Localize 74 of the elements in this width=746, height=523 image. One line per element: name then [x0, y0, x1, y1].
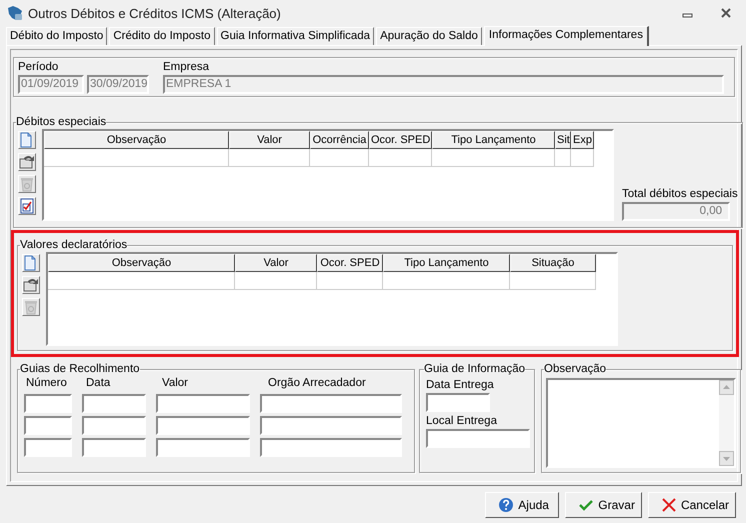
toolbar-button[interactable]	[18, 197, 36, 215]
column-header[interactable]: Valor	[235, 254, 317, 272]
close-icon[interactable]	[720, 8, 732, 18]
cross-icon	[660, 497, 677, 513]
text-area[interactable]	[546, 378, 736, 468]
column-header[interactable]: Ocorrência	[310, 131, 369, 149]
help-icon	[498, 497, 514, 513]
group-title: Valores declaratórios	[20, 239, 128, 252]
folder-icon	[19, 154, 35, 170]
total-field: 0,00	[622, 202, 730, 221]
field-label: Período	[18, 60, 60, 75]
field-label: Empresa	[163, 60, 210, 75]
column-header[interactable]: Sit	[555, 131, 571, 149]
group-title: Guias de Recolhimento	[20, 363, 140, 376]
total-label: Total débitos especiais	[622, 187, 738, 202]
input-field[interactable]	[426, 393, 490, 412]
input-field[interactable]	[156, 438, 250, 457]
input-field[interactable]	[24, 394, 72, 413]
input-field[interactable]	[82, 416, 146, 435]
input-field[interactable]	[24, 438, 72, 457]
bin-icon	[23, 299, 39, 315]
toolbar-button[interactable]	[18, 131, 36, 149]
folder-icon	[23, 277, 39, 293]
help-button[interactable]: Ajuda	[485, 492, 560, 518]
table-cell	[571, 149, 594, 167]
column-header[interactable]: Ocor. SPED	[369, 131, 432, 149]
tab[interactable]: Guia Informativa Simplificada	[216, 27, 374, 45]
field-label: Data Entrega	[426, 378, 495, 393]
input-field[interactable]	[426, 429, 530, 448]
column-header[interactable]: Observação	[44, 131, 229, 149]
save-button[interactable]: Gravar	[565, 492, 642, 518]
column-header[interactable]: Situação	[510, 254, 596, 272]
tab[interactable]: Informações Complementares	[484, 26, 649, 46]
window-title: Outros Débitos e Créditos ICMS (Alteração)	[28, 6, 281, 20]
table-cell	[310, 149, 369, 167]
table-cell	[555, 149, 571, 167]
toolbar-button[interactable]	[22, 276, 40, 294]
checklist-icon	[19, 198, 35, 214]
input-field[interactable]	[24, 416, 72, 435]
column-header[interactable]: Exp	[571, 131, 594, 149]
tab[interactable]: Crédito do Imposto	[109, 27, 215, 45]
input-field[interactable]	[260, 438, 402, 457]
input-field[interactable]	[156, 394, 250, 413]
check-icon	[578, 497, 594, 513]
column-header[interactable]: Observação	[48, 254, 235, 272]
group-title: Observação	[544, 363, 606, 376]
column-header[interactable]: Tipo Lançamento	[383, 254, 510, 272]
column-label: Valor	[161, 376, 189, 391]
column-header[interactable]: Ocor. SPED	[317, 254, 383, 272]
column-label: Data	[85, 376, 112, 391]
scrollbar[interactable]	[719, 380, 734, 466]
tab[interactable]: Débito do Imposto	[6, 27, 108, 45]
table-cell	[317, 272, 383, 290]
group-title: Guia de Informação	[424, 363, 526, 376]
field-label: Local Entrega	[426, 414, 498, 429]
column-label: Orgão Arrecadador	[267, 376, 367, 391]
table-cell	[369, 149, 432, 167]
input-field[interactable]	[260, 416, 402, 435]
map-icon	[6, 5, 24, 21]
tab[interactable]: Apuração do Saldo	[376, 27, 482, 45]
input-field[interactable]	[156, 416, 250, 435]
column-header[interactable]: Valor	[229, 131, 310, 149]
toolbar-button[interactable]	[22, 254, 40, 272]
input-field[interactable]	[82, 438, 146, 457]
scroll-up-icon[interactable]	[719, 380, 734, 395]
toolbar-button[interactable]	[18, 153, 36, 171]
bin-icon	[19, 176, 35, 192]
input-field[interactable]	[82, 394, 146, 413]
column-label: Número	[25, 376, 68, 391]
input-field[interactable]	[260, 394, 402, 413]
group-title: Débitos especiais	[16, 116, 106, 129]
column-header[interactable]: Tipo Lançamento	[432, 131, 555, 149]
cancel-button[interactable]: Cancelar	[648, 492, 736, 518]
scroll-down-icon[interactable]	[719, 451, 734, 466]
